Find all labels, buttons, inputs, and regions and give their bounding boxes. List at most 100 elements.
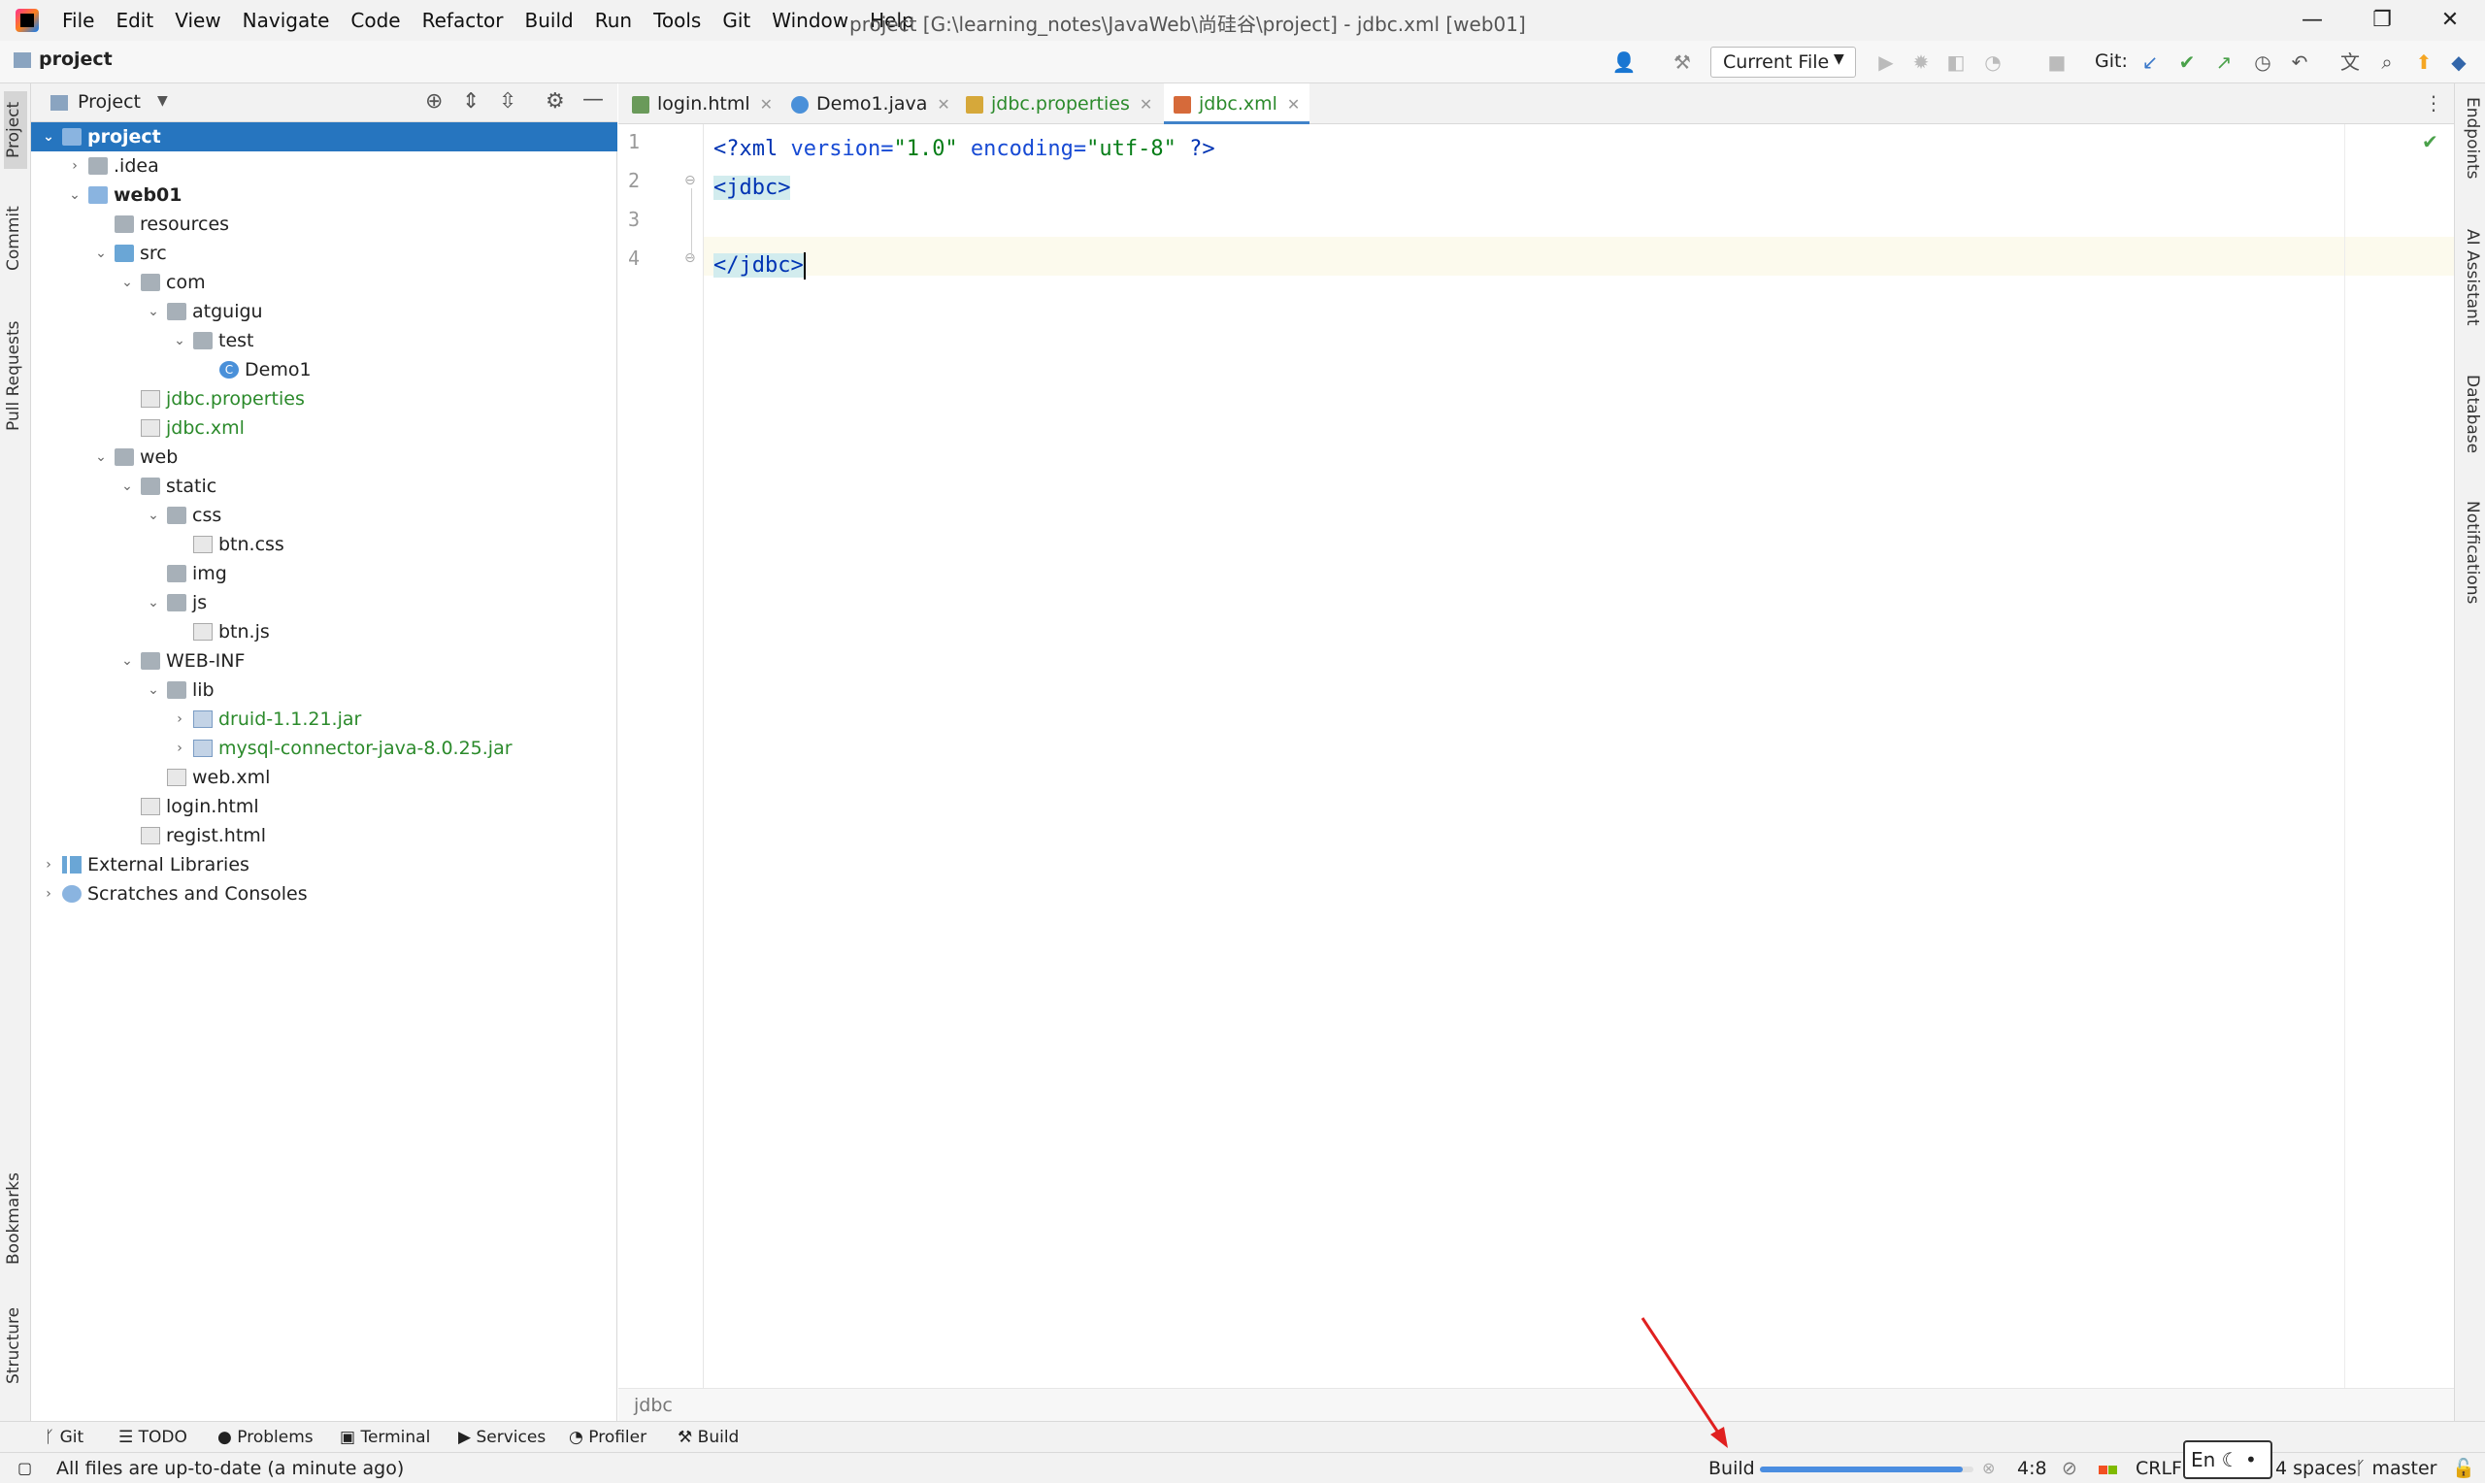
menu-navigate[interactable]: Navigate [243,9,330,32]
close-tab-icon[interactable]: ✕ [1287,95,1300,114]
minimize-icon[interactable]: — [2283,4,2341,37]
tab-database[interactable]: Database [2459,375,2482,481]
history-icon[interactable]: ◷ [2250,49,2275,75]
chevron-down-icon[interactable]: ⌄ [41,122,56,151]
menu-refactor[interactable]: Refactor [422,9,504,32]
close-icon[interactable]: ✕ [2421,4,2479,37]
locate-icon[interactable]: ⊕ [425,89,443,114]
vcs-user-icon[interactable]: 👤 [1611,49,1637,75]
tree-node[interactable]: web.xml [31,763,617,792]
tab-endpoints[interactable]: Endpoints [2459,97,2482,204]
tree-node[interactable]: ⌄ src [31,239,617,268]
tree-node[interactable]: ⌄ atguigu [31,297,617,326]
rollback-icon[interactable]: ↶ [2287,49,2312,75]
chevron-right-icon[interactable]: › [172,734,187,763]
chevron-down-icon[interactable]: ⌄ [67,181,83,210]
tool-todo[interactable]: ☰ TODO [118,1422,187,1453]
chevron-right-icon[interactable]: › [41,879,56,908]
tab-login-html[interactable]: login.html ✕ [632,83,773,124]
tool-services[interactable]: ▶ Services [458,1422,546,1453]
menu-file[interactable]: File [62,9,94,32]
tree-node[interactable]: login.html [31,792,617,821]
tree-node[interactable]: › druid-1.1.21.jar [31,705,617,734]
chevron-down-icon[interactable]: ⌄ [146,297,161,326]
breadcrumb-project[interactable]: project [39,49,113,70]
restore-icon[interactable]: ❐ [2353,4,2411,37]
tree-node[interactable]: resources [31,210,617,239]
chevron-right-icon[interactable]: › [172,705,187,734]
menu-tools[interactable]: Tools [653,9,701,32]
update-icon[interactable]: ⬆ [2411,49,2436,75]
git-commit-icon[interactable]: ✔ [2174,49,2200,75]
run-icon[interactable]: ▶ [1873,49,1899,75]
cancel-progress-icon[interactable]: ⊗ [1982,1453,1995,1484]
chevron-down-icon[interactable]: ⌄ [119,646,135,676]
chevron-down-icon[interactable]: ⌄ [119,472,135,501]
profile-icon[interactable]: ◔ [1980,49,2005,75]
tree-node[interactable]: › Scratches and Consoles [31,879,617,908]
gear-icon[interactable]: ⚙ [546,89,565,114]
git-push-icon[interactable]: ↗ [2211,49,2236,75]
tab-structure[interactable]: Structure [4,1297,27,1394]
lock-icon[interactable]: 🔓 [2452,1453,2475,1484]
tree-node[interactable]: regist.html [31,821,617,850]
code-editor[interactable]: <?xml version="1.0" encoding="utf-8" ?> … [704,124,2454,1388]
tree-node[interactable]: › mysql-connector-java-8.0.25.jar [31,734,617,763]
tree-node[interactable]: ⌄ WEB-INF [31,646,617,676]
line-separator[interactable]: CRLF [2136,1453,2182,1484]
hide-panel-icon[interactable]: — [582,87,604,112]
editor-breadcrumb[interactable]: jdbc [618,1388,2454,1421]
tab-commit[interactable]: Commit [4,200,27,278]
tab-jdbc-xml[interactable]: jdbc.xml ✕ [1164,83,1310,124]
chevron-down-icon[interactable]: ⌄ [172,326,187,355]
tool-problems[interactable]: ● Problems [217,1422,314,1453]
coverage-icon[interactable]: ◧ [1943,49,1969,75]
tree-node[interactable]: ⌄ css [31,501,617,530]
translate-icon[interactable]: 文 [2337,49,2363,75]
chevron-right-icon[interactable]: › [41,850,56,879]
tree-node[interactable]: C Demo1 [31,355,617,384]
close-tab-icon[interactable]: ✕ [937,95,949,114]
tab-project[interactable]: Project [4,91,27,169]
more-tabs-icon[interactable]: ⋮ [2424,91,2443,115]
menu-edit[interactable]: Edit [116,9,153,32]
tab-pull-requests[interactable]: Pull Requests [4,313,27,439]
tree-node[interactable]: ⌄ static [31,472,617,501]
tree-node[interactable]: jdbc.xml [31,413,617,443]
tool-profiler[interactable]: ◔ Profiler [569,1422,646,1453]
tree-node[interactable]: › .idea [31,151,617,181]
tree-node[interactable]: ⌄ project [31,122,617,151]
menu-build[interactable]: Build [525,9,574,32]
chevron-down-icon[interactable]: ⌄ [146,501,161,530]
ime-indicator[interactable]: En ☾ • [2183,1440,2272,1479]
tree-node[interactable]: img [31,559,617,588]
chevron-down-icon[interactable]: ⌄ [93,443,109,472]
no-power-save-icon[interactable]: ⊘ [2062,1453,2077,1484]
chevron-down-icon[interactable]: ⌄ [146,588,161,617]
tree-node[interactable]: › External Libraries [31,850,617,879]
tab-ai-assistant[interactable]: AI Assistant [2459,229,2482,355]
close-tab-icon[interactable]: ✕ [1140,95,1152,114]
tab-bookmarks[interactable]: Bookmarks [4,1171,27,1268]
git-update-icon[interactable]: ↙ [2137,49,2163,75]
project-panel-title[interactable]: Project [78,91,141,113]
status-message[interactable]: All files are up-to-date (a minute ago) [56,1453,404,1484]
plugin-icon[interactable]: ◆ [2446,49,2471,75]
tool-git[interactable]: ᚴ Git [45,1422,83,1453]
close-tab-icon[interactable]: ✕ [760,95,773,114]
tree-node[interactable]: ⌄ web [31,443,617,472]
tree-node[interactable]: ⌄ js [31,588,617,617]
collapse-all-icon[interactable]: ⇳ [499,89,516,114]
tool-terminal[interactable]: ▣ Terminal [340,1422,430,1453]
tab-notifications[interactable]: Notifications [2459,501,2482,637]
tab-jdbc-properties[interactable]: jdbc.properties ✕ [966,83,1152,124]
view-dropdown-icon[interactable]: ▼ [157,93,168,109]
build-progress-label[interactable]: Build [1708,1453,1755,1484]
tree-node[interactable]: ⌄ com [31,268,617,297]
tree-node[interactable]: ⌄ web01 [31,181,617,210]
indent-setting[interactable]: 4 spaces [2275,1453,2357,1484]
chevron-down-icon[interactable]: ⌄ [93,239,109,268]
menu-window[interactable]: Window [772,9,848,32]
debug-icon[interactable]: ✹ [1908,49,1934,75]
tool-build[interactable]: ⚒ Build [678,1422,739,1453]
